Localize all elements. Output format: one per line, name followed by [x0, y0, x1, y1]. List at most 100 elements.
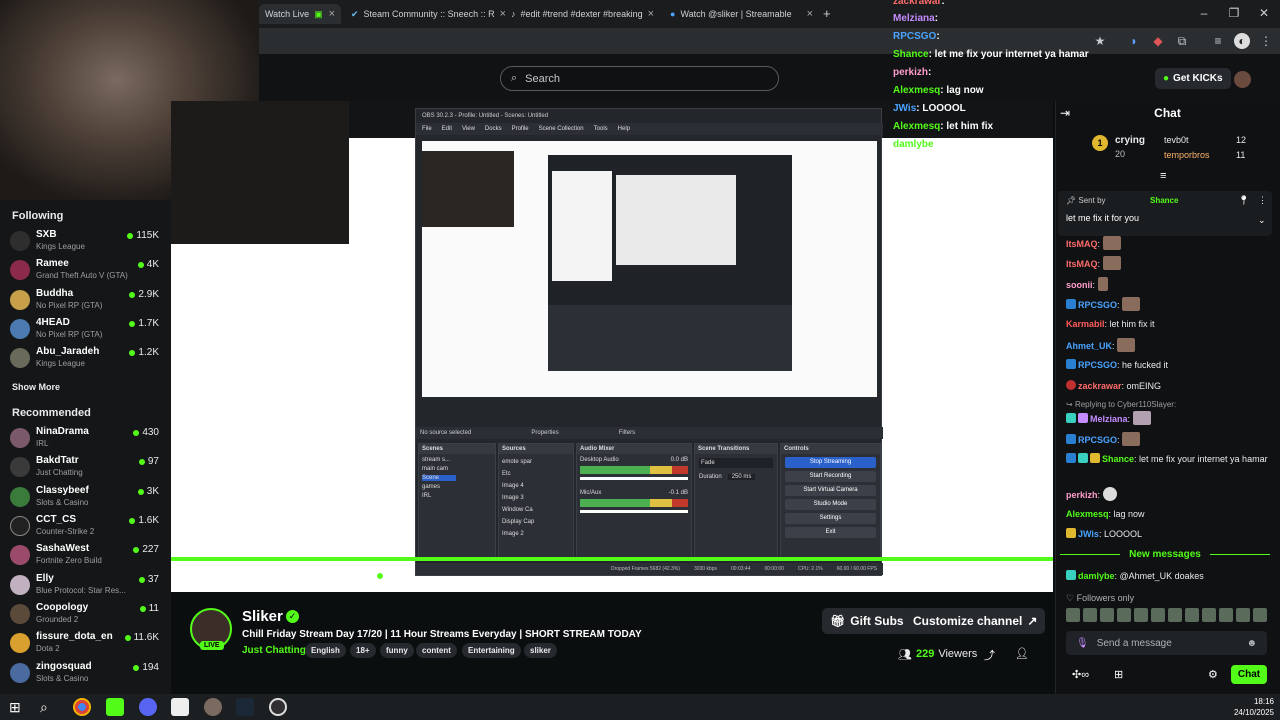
sidebar-channel-abu-jaradeh[interactable]: Abu_Jaradeh Kings League 1.2K — [10, 346, 165, 374]
obs-preview-nested — [548, 155, 792, 371]
chat-message[interactable]: ItsMAQ: — [1066, 236, 1271, 250]
tab-watch-live[interactable]: Watch Live ▣ × — [259, 4, 341, 24]
tag-18plus[interactable]: 18+ — [350, 643, 376, 658]
emote-quick-row[interactable] — [1066, 608, 1270, 624]
get-kicks-button[interactable]: ● Get KICKs — [1155, 68, 1231, 89]
user-avatar[interactable] — [1234, 71, 1251, 88]
chat-send-button[interactable]: Chat — [1231, 665, 1267, 684]
tag-english[interactable]: English — [305, 643, 346, 658]
steam-app-icon[interactable] — [236, 698, 254, 716]
obs-source-item: Window Ca — [502, 507, 533, 513]
tab-tiktok[interactable]: ♪ #edit #trend #dexter #breaking × — [505, 4, 660, 24]
search-icon[interactable]: ⌕ — [40, 699, 48, 716]
emoji-icon[interactable]: ☻ — [1246, 638, 1257, 649]
extension-icon[interactable]: ◗ — [1126, 33, 1142, 49]
pause-icon[interactable]: ❚❚ — [195, 570, 213, 583]
new-tab-button[interactable]: + — [823, 6, 831, 21]
tag-entertaining[interactable]: Entertaining — [462, 643, 521, 658]
gift-subs-button[interactable]: 🎁︎ Gift Subs — [822, 608, 912, 634]
capcut-icon[interactable] — [171, 698, 189, 716]
more-options-icon[interactable]: ⋮ — [1258, 195, 1267, 206]
tab-close-icon[interactable]: × — [807, 8, 813, 20]
theater-mode-icon[interactable]: ▭ — [901, 570, 911, 583]
sidebar-channel-ninadrama[interactable]: NinaDrama IRL 430 — [10, 426, 165, 454]
stream-category[interactable]: Just Chatting — [242, 645, 306, 656]
window-close-icon[interactable]: ✕ — [1254, 6, 1274, 20]
clip-icon[interactable]: ⊡ — [931, 570, 940, 583]
unpin-icon[interactable]: 📍︎ — [1238, 195, 1249, 206]
windows-start-icon[interactable]: ⊞ — [9, 699, 21, 716]
chrome-icon[interactable] — [73, 698, 91, 716]
sidebar-channel-bakdtatr[interactable]: BakdTatr Just Chatting 97 — [10, 455, 165, 483]
app-icon[interactable] — [204, 698, 222, 716]
chat-message[interactable]: Alexmesq: lag now — [1066, 508, 1271, 520]
store-icon[interactable]: ⊞ — [1114, 668, 1123, 681]
chat-message[interactable]: Melziana: — [1066, 411, 1271, 425]
follow-user-icon[interactable]: 👤︎ — [1015, 647, 1029, 660]
tab-close-icon[interactable]: × — [329, 8, 335, 20]
sidebar-channel-cct-cs[interactable]: CCT_CS Counter-Strike 2 1.6K — [10, 514, 165, 542]
sidebar-channel-fissure-dota-en[interactable]: fissure_dota_en Dota 2 11.6K — [10, 631, 165, 659]
tag-content[interactable]: content — [416, 643, 457, 658]
discord-icon[interactable] — [139, 698, 157, 716]
share-icon[interactable]: ⤴ — [984, 647, 995, 663]
new-messages-label[interactable]: New messages — [1120, 549, 1210, 561]
show-more-link[interactable]: Show More — [12, 382, 60, 392]
picture-in-picture-icon[interactable]: ▣ — [961, 570, 971, 583]
chat-message[interactable]: Ahmet_UK: — [1066, 338, 1271, 352]
media-icon[interactable]: ≡ — [1210, 33, 1226, 49]
tab-steam[interactable]: ✔ Steam Community :: Sneech :: R × — [345, 4, 505, 24]
sidebar-channel-sxb[interactable]: SXB Kings League 115K — [10, 229, 165, 257]
chat-message[interactable]: Shance: let me fix your internet ya hama… — [1066, 453, 1271, 465]
chat-message[interactable]: RPCSGO: he fucked it — [1066, 359, 1271, 371]
chat-message[interactable]: RPCSGO: — [1066, 432, 1271, 446]
chat-message-input[interactable]: 🎙︎ Send a message ☻ — [1066, 631, 1267, 655]
chat-message[interactable]: Karmabil: let him fix it — [1066, 318, 1271, 330]
minimize-icon[interactable]: – — [1194, 6, 1214, 20]
kick-app-icon[interactable] — [106, 698, 124, 716]
obs-scene-item: IRL — [422, 493, 432, 499]
volume-slider[interactable] — [251, 576, 271, 579]
maximize-icon[interactable]: ❐ — [1224, 6, 1244, 20]
sidebar-channel-sashawest[interactable]: SashaWest Fortnite Zero Build 227 — [10, 543, 165, 571]
sidebar-channel-classybeef[interactable]: Classybeef Slots & Casino 3K — [10, 485, 165, 513]
settings-gear-icon[interactable]: ⚙ — [1019, 570, 1029, 583]
chat-message[interactable]: ItsMAQ: — [1066, 256, 1271, 270]
sidebar-channel-4head[interactable]: 4HEAD No Pixel RP (GTA) 1.7K — [10, 317, 165, 345]
chat-message[interactable]: damlybe: @Ahmet_UK doakes — [1066, 570, 1271, 582]
tab-close-icon[interactable]: × — [648, 8, 654, 20]
volume-icon[interactable]: 🔈︎ — [223, 570, 230, 583]
tag-sliker[interactable]: sliker — [524, 643, 557, 658]
puzzle-icon[interactable]: ⧉ — [1174, 33, 1190, 49]
customize-channel-button[interactable]: Customize channel ↗ — [905, 608, 1046, 634]
extension-icon[interactable]: ◆ — [1150, 33, 1166, 49]
sidebar-channel-ramee[interactable]: Ramee Grand Theft Auto V (GTA) 4K — [10, 258, 165, 286]
chat-message[interactable]: JWis: LOOOOL — [1066, 528, 1271, 540]
sidebar-channel-buddha[interactable]: Buddha No Pixel RP (GTA) 2.9K — [10, 288, 165, 316]
obs-app-icon[interactable] — [269, 698, 287, 716]
chat-settings-icon[interactable]: ⚙ — [1208, 668, 1218, 681]
microphone-icon[interactable]: 🎙︎ — [1076, 638, 1089, 649]
tag-funny[interactable]: funny — [380, 643, 414, 658]
avatar — [10, 428, 30, 448]
sidebar-channel-zingosquad[interactable]: zingosquad Slots & Casino 194 — [10, 661, 165, 689]
fullscreen-icon[interactable]: ⤢ — [991, 570, 1000, 583]
channel-category: Grounded 2 — [36, 615, 79, 624]
tab-streamable[interactable]: ● Watch @sliker | Streamable × — [664, 4, 819, 24]
viewer-count: 194 — [133, 662, 159, 673]
sidebar-channel-elly[interactable]: Elly Blue Protocol: Star Res... 37 — [10, 573, 165, 601]
chevron-down-icon[interactable]: ⌄ — [1258, 215, 1266, 226]
bookmark-star-icon[interactable]: ★ — [1092, 33, 1108, 49]
sidebar-channel-coopology[interactable]: Coopology Grounded 2 11 — [10, 602, 165, 630]
chat-message[interactable]: RPCSGO: — [1066, 297, 1271, 311]
profile-avatar-icon[interactable]: ◐ — [1234, 33, 1250, 49]
chat-message[interactable]: zackrawar: omEING — [1066, 380, 1271, 392]
extensions-icon[interactable]: ✣∞ — [1072, 668, 1089, 681]
progress-bar[interactable] — [171, 557, 1053, 561]
menu-icon[interactable]: ⋮ — [1258, 33, 1274, 49]
expand-icon[interactable]: ≡ — [1160, 170, 1166, 182]
streamer-name[interactable]: Sliker — [242, 608, 283, 625]
search-input[interactable]: ⌕ Search — [500, 66, 779, 91]
chat-message[interactable]: perkizh: — [1066, 487, 1271, 501]
chat-message[interactable]: soonii: — [1066, 277, 1271, 291]
